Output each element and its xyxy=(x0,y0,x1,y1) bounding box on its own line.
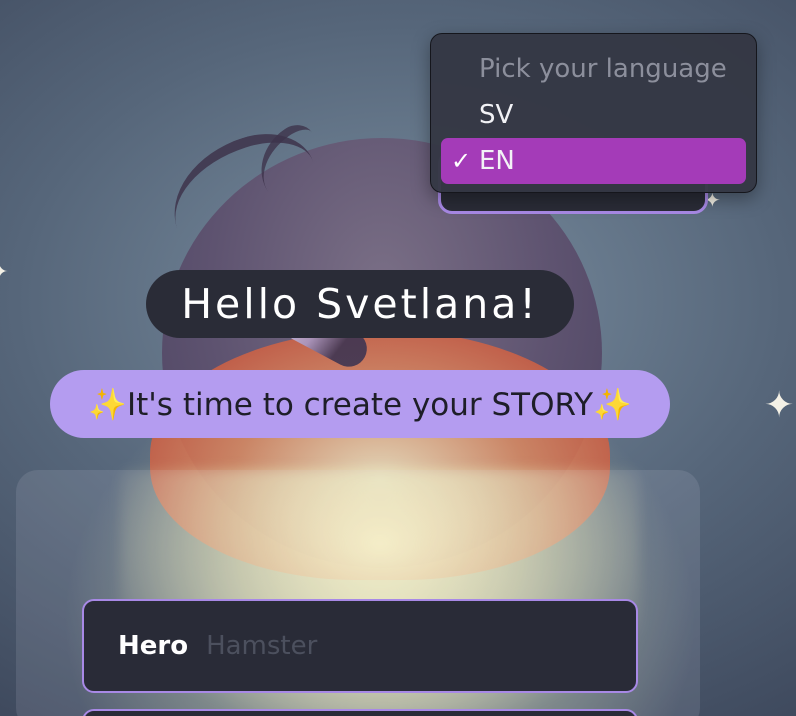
hero-field[interactable]: Hero xyxy=(82,599,638,693)
language-dropdown-menu: Pick your language SV ✓ EN xyxy=(430,33,757,193)
greeting-title: Hello Svetlana! xyxy=(146,270,574,338)
language-option-placeholder: Pick your language xyxy=(479,54,727,84)
sparkle-icon: ✦ xyxy=(764,385,795,426)
language-option-sv[interactable]: SV xyxy=(441,92,746,138)
next-field[interactable] xyxy=(82,709,638,716)
hero-input[interactable] xyxy=(206,631,587,661)
language-option-en[interactable]: ✓ EN xyxy=(441,138,746,184)
story-subtitle: ✨It's time to create your STORY✨ xyxy=(50,370,670,438)
hero-label: Hero xyxy=(118,631,189,661)
checkmark-icon: ✓ xyxy=(451,147,472,175)
sparkle-icon: ✦ xyxy=(0,262,8,284)
